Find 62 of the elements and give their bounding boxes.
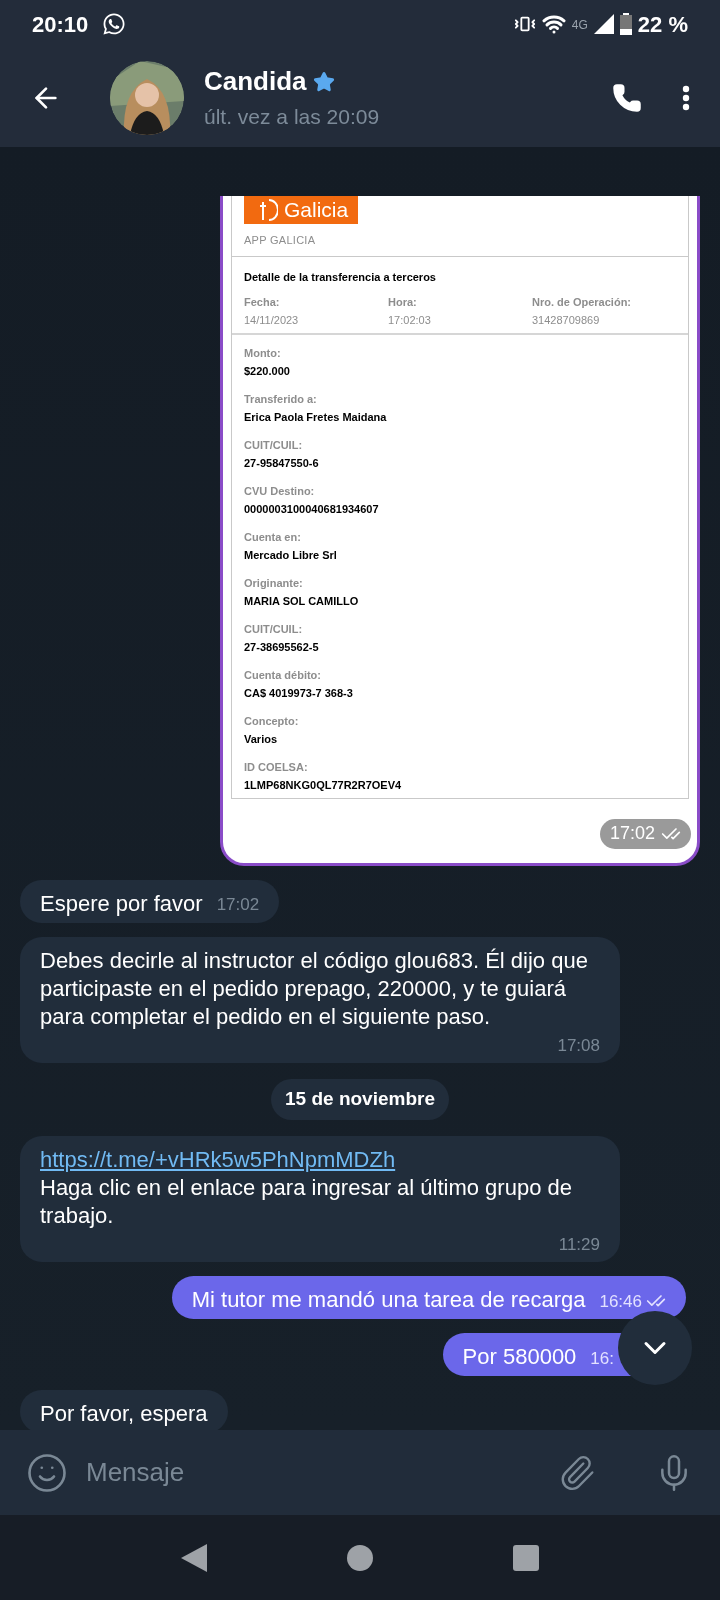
network-type: 4G — [571, 16, 588, 34]
message-text: Por 580000 — [462, 1343, 577, 1371]
field-value: $220.000 — [244, 364, 291, 379]
field-value: 31428709869 — [532, 313, 601, 328]
back-nav-icon[interactable] — [181, 1543, 207, 1572]
emoji-icon[interactable] — [26, 1451, 68, 1494]
chat-bubble-icon — [102, 12, 127, 36]
field-label: ID COELSA: — [244, 759, 309, 775]
field-label: CUIT/CUIL: — [244, 621, 304, 637]
field-value: Varios — [244, 732, 279, 747]
signal-icon — [593, 14, 614, 34]
field-value: Erica Paola Fretes Maidana — [244, 410, 388, 425]
field-value: 17:02:03 — [388, 313, 432, 328]
field-label: Nro. de Operación: — [532, 294, 633, 310]
phone-icon — [612, 82, 642, 113]
message-time: 16:46 — [599, 1290, 642, 1313]
message-time: 11:29 — [558, 1233, 600, 1256]
field-value: 0000003100040681934607 — [244, 502, 380, 517]
message-text: Por favor, espera — [40, 1400, 208, 1428]
message-time: 16: — [590, 1347, 614, 1370]
battery-level: 22 % — [637, 10, 688, 39]
message-field[interactable]: Mensaje — [86, 1453, 540, 1492]
date-chip: 15 de noviembre — [271, 1079, 449, 1120]
field-value: 27-95847550-6 — [244, 456, 320, 471]
contact-name: Candida — [204, 65, 307, 99]
field-label: Transferido a: — [244, 391, 318, 407]
field-label: Monto: — [244, 345, 282, 361]
field-label: CUIT/CUIL: — [244, 437, 304, 453]
field-label: CVU Destino: — [244, 483, 316, 499]
message-time: 17:02 — [609, 822, 655, 845]
field-label: Hora: — [388, 294, 418, 310]
message-text: Debes decirle al instructor el código glou683. Él dijo que participaste en el pedido prepago, 220000, y te guiará para completar el pedido en el siguiente paso. — [40, 946, 589, 1031]
message-time: 17:08 — [557, 1034, 600, 1057]
field-value: MARIA SOL CAMILLO — [244, 594, 360, 609]
field-value: 27-38695562-5 — [244, 640, 320, 655]
field-label: Fecha: — [244, 294, 281, 310]
message-time: 17:02 — [216, 894, 260, 916]
message-text: Espere por favor — [40, 889, 203, 918]
battery-icon — [619, 13, 632, 35]
message-text: Haga clic en el enlace para ingresar al último grupo de trabajo. — [40, 1173, 573, 1230]
field-value: 14/11/2023 — [244, 313, 300, 328]
avatar[interactable] — [110, 60, 184, 135]
home-nav-icon[interactable] — [347, 1544, 373, 1571]
last-seen: últ. vez a las 20:09 — [204, 104, 380, 131]
field-value: CA$ 4019973-7 368-3 — [244, 686, 354, 701]
bank-name: Galicia — [284, 199, 349, 220]
message-bar[interactable]: Mensaje — [0, 1430, 720, 1515]
field-label: Cuenta débito: — [244, 667, 322, 683]
field-label: Cuenta en: — [244, 529, 302, 545]
field-value: Mercado Libre Srl — [244, 548, 338, 563]
receipt-title: Detalle de la transferencia a terceros — [244, 270, 437, 285]
more-icon — [682, 84, 690, 111]
message-link[interactable]: https://t.me/+vHRk5w5PhNpmMDZh — [40, 1145, 600, 1174]
clock: 20:10 — [32, 10, 89, 39]
call-button[interactable] — [612, 82, 642, 113]
app-name: APP GALICIA — [244, 232, 317, 248]
field-label: Originante: — [244, 575, 304, 591]
message-text: Mi tutor me mandó una tarea de recarga — [191, 1286, 586, 1314]
menu-button[interactable] — [682, 84, 690, 111]
field-value: 1LMP68NKG0QL77R2R7OEV4 — [244, 778, 403, 793]
field-label: Concepto: — [244, 713, 300, 729]
recents-nav-icon[interactable] — [513, 1544, 539, 1571]
